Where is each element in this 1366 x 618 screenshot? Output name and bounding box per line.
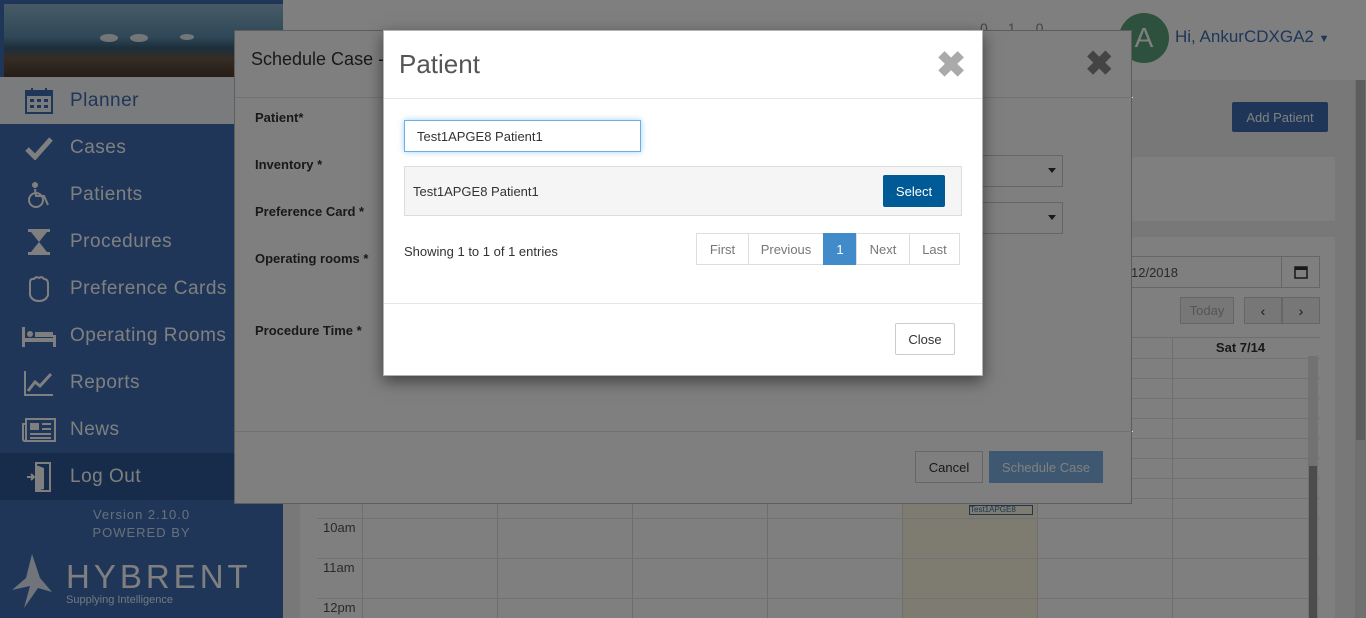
patient-search-input[interactable]	[404, 120, 641, 152]
close-button[interactable]: Close	[895, 323, 955, 355]
last-page-button[interactable]: Last	[909, 233, 960, 265]
patient-modal-header: Patient ✖	[384, 31, 982, 99]
patient-modal: Patient ✖ Test1APGE8 Patient1 Select Sho…	[383, 30, 983, 376]
pagination-info: Showing 1 to 1 of 1 entries	[404, 244, 558, 259]
pagination: First Previous 1 Next Last	[696, 233, 960, 265]
page-1-button[interactable]: 1	[823, 233, 857, 265]
patient-name: Test1APGE8 Patient1	[413, 184, 539, 199]
first-page-button[interactable]: First	[696, 233, 749, 265]
select-patient-button[interactable]: Select	[883, 175, 945, 207]
list-item: Test1APGE8 Patient1 Select	[404, 166, 962, 216]
previous-page-button[interactable]: Previous	[748, 233, 824, 265]
patient-modal-title: Patient	[399, 49, 480, 79]
close-icon[interactable]: ✖	[936, 47, 966, 83]
next-page-button[interactable]: Next	[856, 233, 910, 265]
